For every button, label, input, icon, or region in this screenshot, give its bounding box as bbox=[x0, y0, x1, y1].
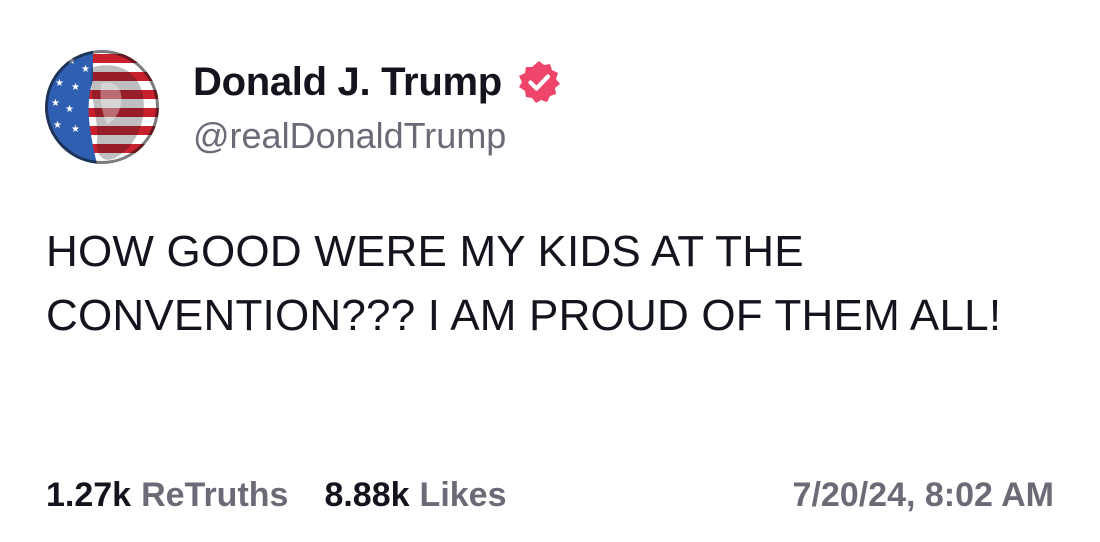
author-handle[interactable]: @realDonaldTrump bbox=[193, 115, 562, 157]
post-body-text: HOW GOOD WERE MY KIDS AT THE CONVENTION?… bbox=[46, 227, 1002, 340]
svg-text:★: ★ bbox=[55, 78, 64, 89]
likes-stat[interactable]: 8.88k Likes bbox=[324, 476, 506, 515]
post-header: ★ ★ ★ ★ ★ ★ ★ ★ ★ Donald J. Trump @realD… bbox=[45, 50, 562, 164]
svg-text:★: ★ bbox=[71, 82, 80, 93]
verified-badge-icon bbox=[516, 59, 562, 105]
post-card: ★ ★ ★ ★ ★ ★ ★ ★ ★ Donald J. Trump @realD… bbox=[0, 0, 1100, 542]
retruths-label: ReTruths bbox=[141, 476, 289, 514]
post-timestamp: 7/20/24, 8:02 AM bbox=[792, 476, 1054, 514]
flag-portrait-avatar-icon: ★ ★ ★ ★ ★ ★ ★ ★ ★ bbox=[45, 50, 159, 164]
svg-text:★: ★ bbox=[65, 104, 74, 115]
svg-text:★: ★ bbox=[53, 120, 62, 131]
svg-text:★: ★ bbox=[51, 98, 60, 109]
avatar[interactable]: ★ ★ ★ ★ ★ ★ ★ ★ ★ bbox=[45, 50, 159, 164]
retruths-stat[interactable]: 1.27k ReTruths bbox=[46, 476, 288, 515]
likes-count: 8.88k bbox=[324, 476, 410, 514]
author-display-name[interactable]: Donald J. Trump bbox=[193, 60, 502, 105]
retruths-count: 1.27k bbox=[46, 476, 132, 514]
svg-text:★: ★ bbox=[51, 60, 60, 71]
svg-text:★: ★ bbox=[71, 124, 80, 135]
post-footer: 1.27k ReTruths 8.88k Likes 7/20/24, 8:02… bbox=[46, 476, 1054, 515]
svg-text:★: ★ bbox=[81, 64, 90, 75]
author-info: Donald J. Trump @realDonaldTrump bbox=[193, 57, 562, 157]
author-name-row: Donald J. Trump bbox=[193, 57, 562, 107]
likes-label: Likes bbox=[419, 476, 507, 514]
